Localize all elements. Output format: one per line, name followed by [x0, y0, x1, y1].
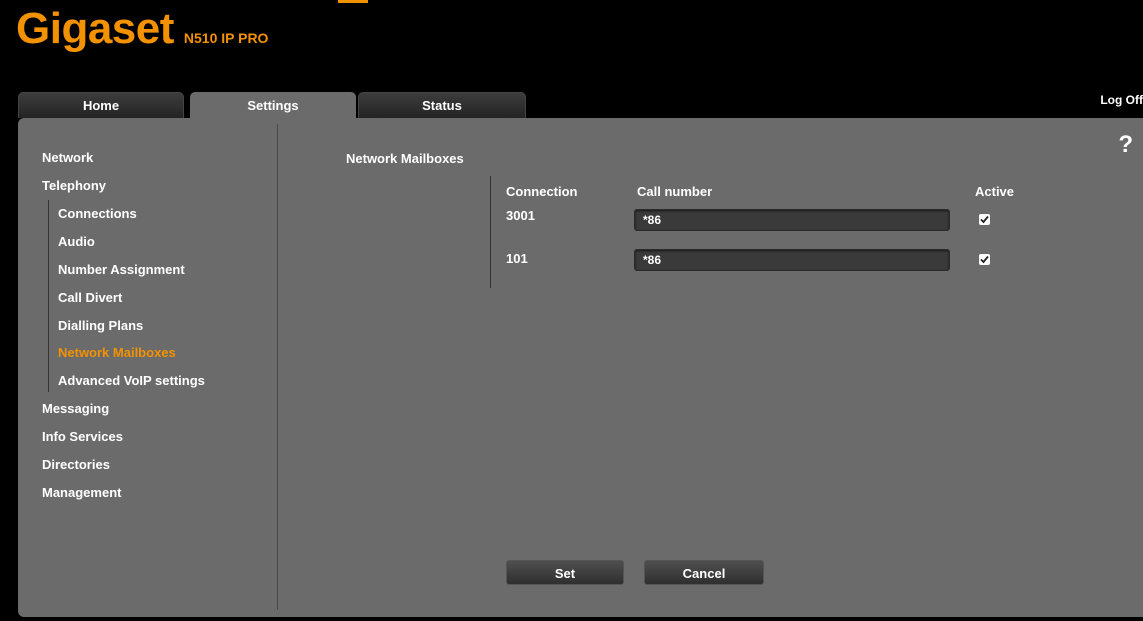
row-2-call-number-input[interactable]: [634, 249, 950, 271]
sidebar-item-info-services[interactable]: Info Services: [42, 429, 123, 445]
sidebar-item-messaging[interactable]: Messaging: [42, 401, 109, 417]
page-title: Network Mailboxes: [346, 151, 464, 166]
sidebar-item-dialling-plans[interactable]: Dialling Plans: [58, 318, 143, 334]
row-2-connection: 101: [506, 251, 528, 266]
log-off-link[interactable]: Log Off: [1100, 93, 1143, 107]
cancel-button[interactable]: Cancel: [644, 560, 764, 585]
top-accent-strip: [338, 0, 368, 3]
logo-brand: Gigaset: [16, 4, 174, 53]
row-2-active-checkbox[interactable]: [979, 254, 990, 265]
content-area: Network Mailboxes Connection Call number…: [278, 118, 1143, 617]
tab-home[interactable]: Home: [18, 92, 184, 118]
sidebar-item-call-divert[interactable]: Call Divert: [58, 290, 122, 306]
checkmark-icon: [980, 255, 989, 264]
sidebar-item-network[interactable]: Network: [42, 150, 93, 166]
row-1-active-checkbox[interactable]: [979, 214, 990, 225]
tab-status[interactable]: Status: [358, 92, 526, 118]
sidebar-item-connections[interactable]: Connections: [58, 206, 137, 222]
sidebar-item-number-assignment[interactable]: Number Assignment: [58, 262, 185, 278]
subnav-indent-line: [48, 200, 49, 392]
help-icon[interactable]: ?: [1118, 130, 1133, 160]
sidebar-item-network-mailboxes[interactable]: Network Mailboxes: [58, 345, 176, 361]
sidebar: Network Telephony Connections Audio Numb…: [18, 118, 277, 617]
sidebar-item-advanced-voip-settings[interactable]: Advanced VoIP settings: [58, 373, 205, 389]
row-1-call-number-input[interactable]: [634, 209, 950, 231]
column-header-active: Active: [975, 184, 1015, 199]
column-header-call-number: Call number: [637, 184, 713, 199]
sidebar-item-audio[interactable]: Audio: [58, 234, 95, 250]
sidebar-item-telephony[interactable]: Telephony: [42, 178, 106, 194]
logo-model: N510 IP PRO: [183, 30, 269, 46]
set-button[interactable]: Set: [506, 560, 624, 585]
row-1-connection: 3001: [506, 208, 535, 223]
table-divider: [490, 176, 491, 288]
gigaset-logo: Gigaset N510 IP PRO: [16, 4, 268, 54]
sidebar-item-directories[interactable]: Directories: [42, 457, 110, 473]
sidebar-item-management[interactable]: Management: [42, 485, 121, 501]
column-header-connection: Connection: [506, 184, 578, 199]
checkmark-icon: [980, 215, 989, 224]
settings-panel: Network Telephony Connections Audio Numb…: [18, 118, 1143, 617]
